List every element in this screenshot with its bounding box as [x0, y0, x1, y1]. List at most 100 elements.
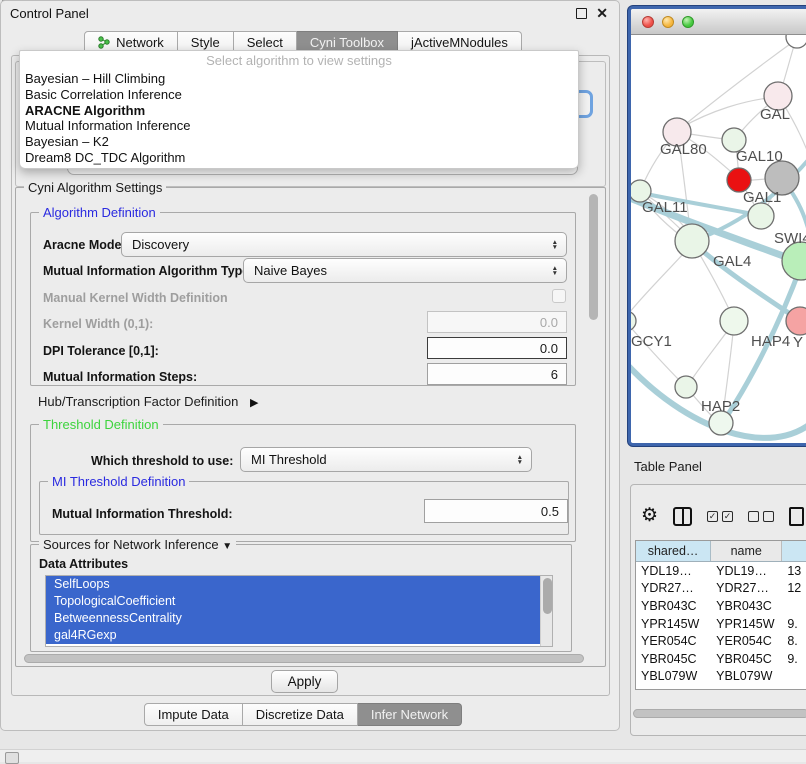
network-node[interactable]: [782, 242, 806, 280]
kernel-width-field[interactable]: 0.0: [427, 311, 567, 333]
close-traffic-light[interactable]: [642, 16, 654, 28]
table-toolbar: ⚙ ✓ ✓: [641, 503, 804, 529]
algorithm-dropdown-item[interactable]: Mutual Information Inference: [20, 118, 578, 134]
network-icon: [98, 36, 111, 49]
data-attribute-item[interactable]: SelfLoops: [46, 576, 540, 593]
algorithm-dropdown-item[interactable]: Dream8 DC_TDC Algorithm: [20, 150, 578, 166]
table-cell: YBR043C: [711, 597, 782, 615]
tab-discretize-data[interactable]: Discretize Data: [243, 703, 358, 726]
close-icon[interactable]: ✕: [596, 5, 608, 22]
hub-definition-label: Hub/Transcription Factor Definition: [38, 394, 238, 409]
collapsed-panel-icon[interactable]: [5, 752, 19, 764]
control-panel-title: Control Panel: [10, 6, 89, 21]
algorithm-dropdown-item[interactable]: Bayesian – K2: [20, 134, 578, 150]
network-node-label: GAL1: [743, 189, 781, 206]
expand-right-icon: ▶: [250, 396, 258, 409]
zoom-traffic-light[interactable]: [682, 16, 694, 28]
manual-kernel-checkbox[interactable]: [552, 289, 566, 303]
data-attributes-label: Data Attributes: [39, 557, 128, 571]
columns-icon[interactable]: [673, 507, 692, 526]
table-row[interactable]: YBR045CYBR045C9.: [636, 650, 806, 668]
apply-button-label: Apply: [288, 674, 322, 689]
mi-threshold-group: MI Threshold Definition Mutual Informati…: [39, 481, 569, 535]
network-canvas[interactable]: GALGAL80GAL10GAL1GAL11SWI4GAL4GCY1HAP4YH…: [631, 35, 806, 442]
attributes-scrollbar[interactable]: [540, 576, 552, 646]
attributes-scroll-thumb[interactable]: [543, 578, 552, 614]
table-cell: 9.: [782, 650, 806, 668]
minimize-traffic-light[interactable]: [662, 16, 674, 28]
algorithm-dropdown-item[interactable]: Bayesian – Hill Climbing: [20, 71, 578, 87]
network-node-label: GAL80: [660, 141, 707, 158]
tab-infer-network[interactable]: Infer Network: [358, 703, 462, 726]
table-row[interactable]: YDL19…YDL19…13: [636, 562, 806, 580]
bottom-tabs: Impute Data Discretize Data Infer Networ…: [1, 703, 605, 726]
algorithm-dropdown-placeholder[interactable]: Select algorithm to view settings: [20, 53, 578, 71]
table-row[interactable]: YLR345WYLR345W9.: [636, 685, 806, 690]
network-window-titlebar: [631, 9, 806, 35]
tab-impute-data[interactable]: Impute Data: [144, 703, 243, 726]
table-row[interactable]: YBR043CYBR043C: [636, 597, 806, 615]
gear-icon[interactable]: ⚙: [641, 506, 658, 526]
algorithm-dropdown-item[interactable]: Basic Correlation Inference: [20, 87, 578, 103]
network-node-label: HAP2: [701, 398, 740, 415]
hub-definition-expander[interactable]: Hub/Transcription Factor Definition ▶: [38, 394, 258, 409]
network-node-label: GAL10: [736, 148, 783, 165]
data-attribute-item[interactable]: TopologicalCoefficient: [46, 593, 540, 610]
data-attribute-item[interactable]: gal4RGexp: [46, 627, 540, 644]
table-cell: YDR27…: [711, 580, 782, 598]
network-node[interactable]: [786, 35, 806, 48]
table-cell: YDL19…: [636, 562, 711, 580]
cyni-algorithm-settings-title: Cyni Algorithm Settings: [24, 180, 166, 195]
table-row[interactable]: YPR145WYPR145W9.: [636, 615, 806, 633]
checked-box-icon: ✓: [707, 511, 718, 522]
mi-threshold-field[interactable]: 0.5: [424, 499, 568, 523]
tab-cyni-toolbox-label: Cyni Toolbox: [310, 35, 384, 50]
network-node[interactable]: [675, 224, 709, 258]
table-cell: YPR145W: [711, 615, 782, 633]
apply-button[interactable]: Apply: [271, 670, 338, 693]
table-row[interactable]: YBL079WYBL079W: [636, 668, 806, 686]
table-row[interactable]: YDR27…YDR27…12: [636, 580, 806, 598]
table-column-header[interactable]: [782, 541, 806, 561]
network-node[interactable]: [720, 307, 748, 335]
tab-select-label: Select: [247, 35, 283, 50]
show-columns-icon[interactable]: ✓ ✓: [707, 511, 733, 522]
algorithm-dropdown-item[interactable]: ARACNE Algorithm: [20, 103, 578, 119]
network-node-label: SWI4: [774, 230, 806, 247]
data-attribute-item[interactable]: BetweennessCentrality: [46, 610, 540, 627]
control-panel-window: Control Panel ✕ Network Style Select Cyn…: [0, 0, 620, 731]
new-table-icon[interactable]: [789, 507, 804, 526]
table-cell: YBL079W: [636, 668, 711, 686]
settings-horizontal-scrollbar[interactable]: [24, 654, 586, 665]
network-node[interactable]: [675, 376, 697, 398]
sources-title[interactable]: Sources for Network Inference ▼: [39, 537, 236, 552]
mi-threshold-value: 0.5: [541, 504, 559, 519]
algorithm-dropdown-list: Bayesian – Hill ClimbingBasic Correlatio…: [20, 71, 578, 166]
table-hscroll-thumb[interactable]: [633, 709, 806, 718]
cyni-algorithm-settings-group: Cyni Algorithm Settings Algorithm Defini…: [15, 187, 606, 667]
tab-jactivemnodules-label: jActiveMNodules: [411, 35, 508, 50]
settings-vertical-scrollbar[interactable]: [588, 192, 599, 660]
table-cell: YPR145W: [636, 615, 711, 633]
network-node[interactable]: [631, 311, 636, 331]
table-horizontal-scrollbar[interactable]: [633, 708, 806, 719]
spinner-icon: ▲▼: [552, 240, 558, 250]
table-cell: [782, 668, 806, 686]
settings-hscroll-thumb[interactable]: [24, 654, 584, 663]
table-row[interactable]: YER054CYER054C8.: [636, 632, 806, 650]
table-cell: YBR045C: [636, 650, 711, 668]
hide-columns-icon[interactable]: [748, 511, 774, 522]
float-window-icon[interactable]: [576, 8, 587, 19]
network-node[interactable]: [748, 203, 774, 229]
network-view-window: GALGAL80GAL10GAL1GAL11SWI4GAL4GCY1HAP4YH…: [628, 6, 806, 446]
mi-steps-field[interactable]: 6: [427, 363, 567, 385]
dpi-tolerance-field[interactable]: 0.0: [427, 337, 567, 359]
settings-vscroll-thumb[interactable]: [589, 194, 598, 320]
data-attributes-list[interactable]: SelfLoopsTopologicalCoefficientBetweenne…: [45, 575, 553, 647]
which-threshold-select[interactable]: MI Threshold ▲▼: [240, 447, 532, 472]
aracne-mode-select[interactable]: Discovery ▲▼: [121, 232, 567, 257]
collapse-down-icon: ▼: [222, 541, 232, 552]
table-column-header[interactable]: shared…: [636, 541, 711, 561]
table-column-header[interactable]: name: [711, 541, 782, 561]
mi-type-select[interactable]: Naive Bayes ▲▼: [243, 258, 567, 283]
